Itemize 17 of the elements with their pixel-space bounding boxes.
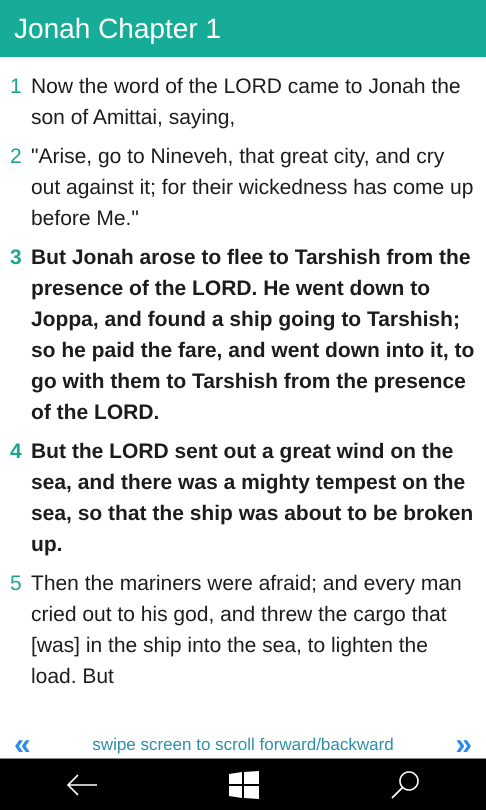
previous-button[interactable]: « (14, 731, 31, 758)
next-button[interactable]: » (455, 731, 472, 758)
verse-text: But Jonah arose to flee to Tarshish from the presence of the LORD. He went down to Joppa, and found a ship going to Tarshish; so he paid the fare, and went down into it, to go with them to Tarshish from the presence of the LORD. (30, 245, 476, 426)
verse-text: Now the word of the LORD came to Jonah the son of Amittai, saying, (30, 74, 462, 131)
verse-number: 5 (10, 571, 23, 597)
verse-number: 2 (10, 144, 23, 170)
windows-logo-icon[interactable] (228, 771, 259, 799)
search-icon[interactable] (390, 770, 420, 800)
verse-text: "Arise, go to Nineveh, that great city, and cry out against it; for their wickedness has come up before Me." (30, 144, 474, 232)
navigation-hint: swipe screen to scroll forward/backward (92, 734, 394, 754)
verse-text: Then the mariners were afraid; and every man cried out to his god, and threw the cargo that [was] in the ship into the sea, to lighten the load. But (30, 571, 463, 690)
verse-number: 1 (10, 74, 23, 100)
verse-number: 3 (10, 245, 23, 271)
back-icon[interactable] (66, 773, 98, 797)
verse-number: 4 (10, 439, 23, 465)
verse-text: But the LORD sent out a great wind on the sea, and there was a mighty tempest on the sea, so that the ship was about to be broken up. (30, 439, 474, 558)
page-title: Jonah Chapter 1 (14, 12, 222, 44)
